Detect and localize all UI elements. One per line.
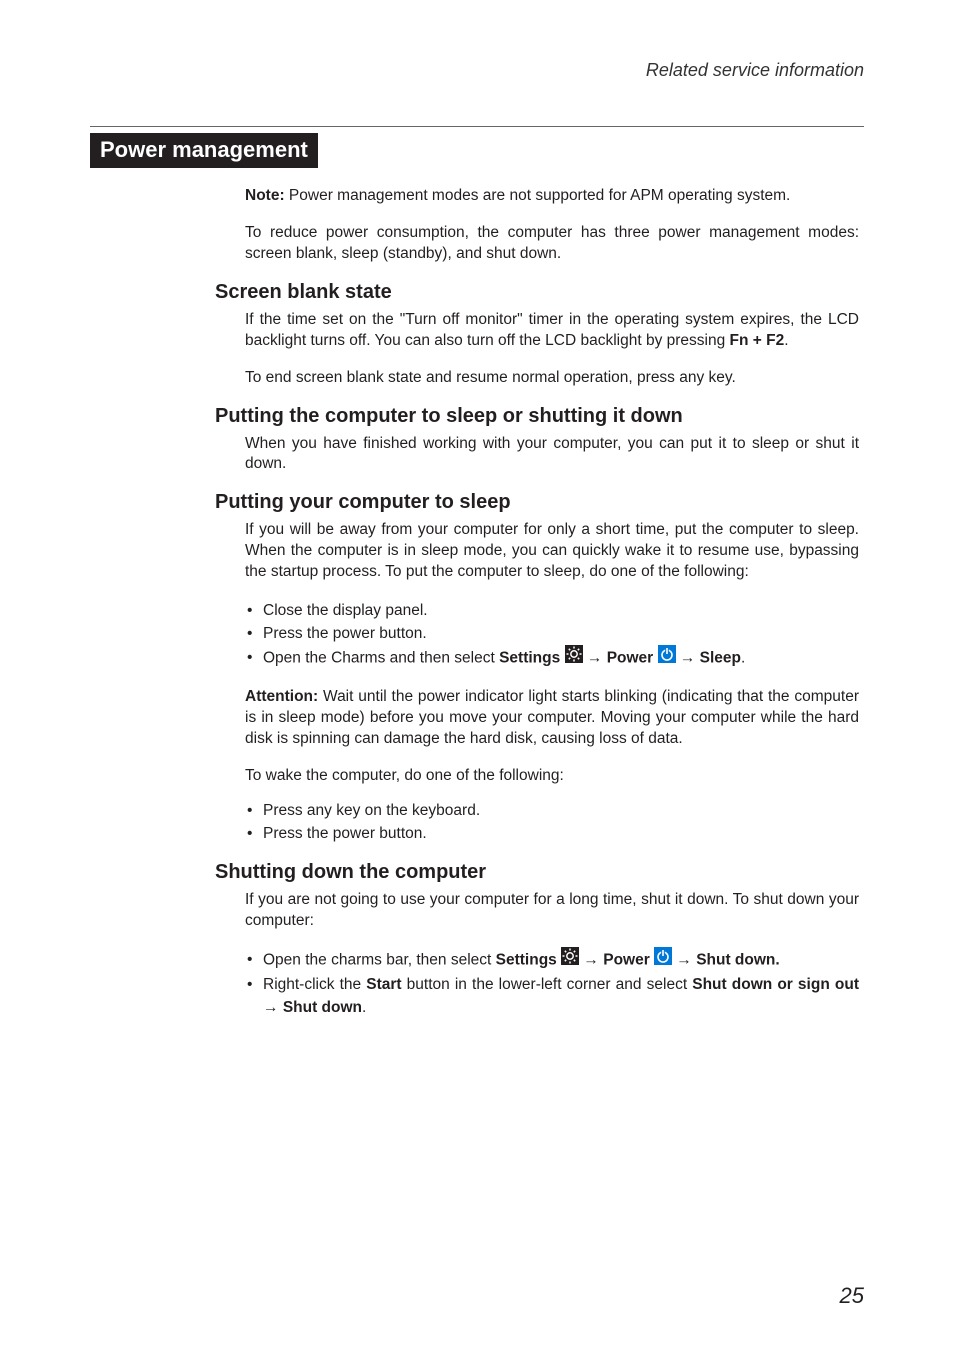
sleep-list: Close the display panel. Press the power… bbox=[245, 599, 859, 671]
label-start: Start bbox=[366, 976, 401, 993]
heading-shutdown: Shutting down the computer bbox=[215, 861, 864, 884]
list-item: Press the power button. bbox=[245, 622, 859, 645]
sleep-shutdown-p1: When you have finished working with your… bbox=[245, 434, 859, 476]
gear-icon bbox=[565, 645, 583, 670]
heading-sleep: Putting your computer to sleep bbox=[215, 491, 864, 514]
label-settings: Settings bbox=[496, 952, 557, 969]
power-icon bbox=[654, 947, 672, 972]
sleep-shutdown-block: When you have finished working with your… bbox=[245, 434, 859, 476]
label-sleep: Sleep bbox=[700, 649, 741, 666]
label-settings: Settings bbox=[499, 649, 560, 666]
note-paragraph: Note: Power management modes are not sup… bbox=[245, 186, 859, 207]
section-banner: Power management bbox=[90, 133, 318, 168]
attention-paragraph: Attention: Wait until the power indicato… bbox=[245, 687, 859, 750]
screen-blank-p1: If the time set on the "Turn off monitor… bbox=[245, 310, 859, 352]
attention-text: Wait until the power indicator light sta… bbox=[245, 688, 859, 747]
arrow: → bbox=[263, 999, 283, 1016]
text: Open the charms bar, then select bbox=[263, 952, 496, 969]
text: button in the lower-left corner and sele… bbox=[402, 976, 693, 993]
list-item: Press the power button. bbox=[245, 822, 859, 845]
page-number: 25 bbox=[840, 1283, 864, 1309]
label-shutdown: Shut down. bbox=[696, 952, 780, 969]
text: Open the Charms and then select bbox=[263, 649, 499, 666]
label-shutdown: Shut down bbox=[283, 999, 362, 1016]
label-power: Power bbox=[607, 649, 654, 666]
list-item: Right-click the Start button in the lowe… bbox=[245, 973, 859, 1020]
arrow: → bbox=[672, 952, 696, 969]
attention-label: Attention: bbox=[245, 688, 318, 705]
text: Right-click the bbox=[263, 976, 366, 993]
list-item: Press any key on the keyboard. bbox=[245, 799, 859, 822]
text: . bbox=[362, 999, 366, 1016]
list-item: Close the display panel. bbox=[245, 599, 859, 622]
list-item: Open the Charms and then select Settings… bbox=[245, 646, 859, 671]
list-item: Open the charms bar, then select Setting… bbox=[245, 948, 859, 973]
shutdown-p1: If you are not going to use your compute… bbox=[245, 890, 859, 932]
label-power: Power bbox=[603, 952, 650, 969]
intro-block: Note: Power management modes are not sup… bbox=[245, 186, 859, 265]
sleep-p1: If you will be away from your computer f… bbox=[245, 520, 859, 583]
shutdown-list: Open the charms bar, then select Setting… bbox=[245, 948, 859, 1020]
text: . bbox=[784, 332, 788, 349]
gear-icon bbox=[561, 947, 579, 972]
power-icon bbox=[658, 645, 676, 670]
screen-blank-p2: To end screen blank state and resume nor… bbox=[245, 368, 859, 389]
heading-screen-blank: Screen blank state bbox=[215, 281, 864, 304]
sleep-block: If you will be away from your computer f… bbox=[245, 520, 859, 845]
arrow: → bbox=[676, 649, 700, 666]
note-label: Note: bbox=[245, 187, 285, 204]
wake-list: Press any key on the keyboard. Press the… bbox=[245, 799, 859, 846]
note-text: Power management modes are not supported… bbox=[285, 187, 791, 204]
arrow: → bbox=[583, 649, 607, 666]
running-header: Related service information bbox=[90, 60, 864, 81]
shortcut: Fn + F2 bbox=[730, 332, 785, 349]
shutdown-block: If you are not going to use your compute… bbox=[245, 890, 859, 1020]
text: . bbox=[741, 649, 745, 666]
divider bbox=[90, 126, 864, 127]
wake-p: To wake the computer, do one of the foll… bbox=[245, 766, 859, 787]
arrow: → bbox=[579, 952, 603, 969]
intro-paragraph: To reduce power consumption, the compute… bbox=[245, 223, 859, 265]
heading-sleep-shutdown: Putting the computer to sleep or shuttin… bbox=[215, 405, 864, 428]
label-signout: Shut down or sign out bbox=[692, 976, 859, 993]
screen-blank-block: If the time set on the "Turn off monitor… bbox=[245, 310, 859, 389]
